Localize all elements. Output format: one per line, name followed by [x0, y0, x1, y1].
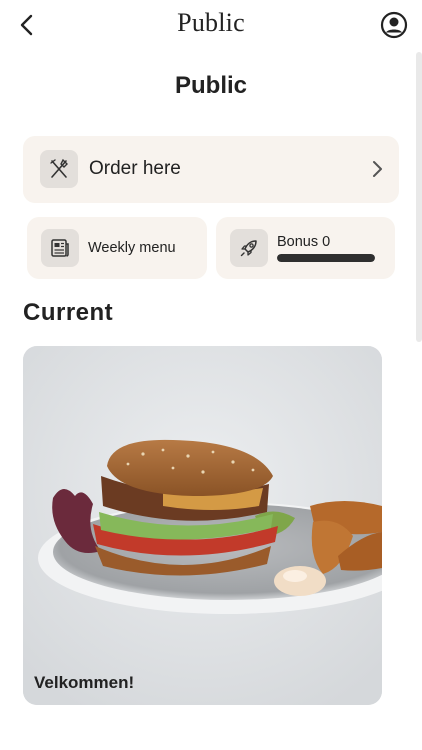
burger-image — [23, 346, 382, 705]
brand-logo: Public — [177, 8, 245, 37]
order-here-label: Order here — [89, 158, 181, 179]
user-circle-icon — [380, 11, 408, 39]
bonus-progress-fill — [277, 254, 375, 262]
featured-caption: Velkommen! — [34, 673, 135, 692]
weekly-menu-button[interactable]: Weekly menu — [27, 217, 207, 279]
order-here-button[interactable]: Order here — [23, 136, 399, 203]
bonus-icon-tile — [230, 229, 268, 267]
current-section-title: Current — [23, 299, 114, 326]
app-header: Public — [0, 0, 422, 52]
rocket-icon — [240, 240, 257, 257]
bonus-label: Bonus 0 — [277, 234, 331, 250]
order-icon-tile — [40, 150, 78, 188]
page-title: Public — [174, 72, 247, 99]
weekly-menu-label: Weekly menu — [88, 240, 176, 256]
chevron-right-icon — [373, 161, 382, 177]
profile-button[interactable] — [380, 11, 408, 39]
weekly-menu-icon-tile — [41, 229, 79, 267]
newspaper-icon — [51, 239, 69, 257]
bonus-progress-bar — [277, 254, 375, 262]
bonus-button[interactable]: Bonus 0 — [216, 217, 395, 279]
featured-card[interactable]: Velkommen! — [23, 346, 382, 705]
fork-knife-icon — [50, 158, 68, 178]
